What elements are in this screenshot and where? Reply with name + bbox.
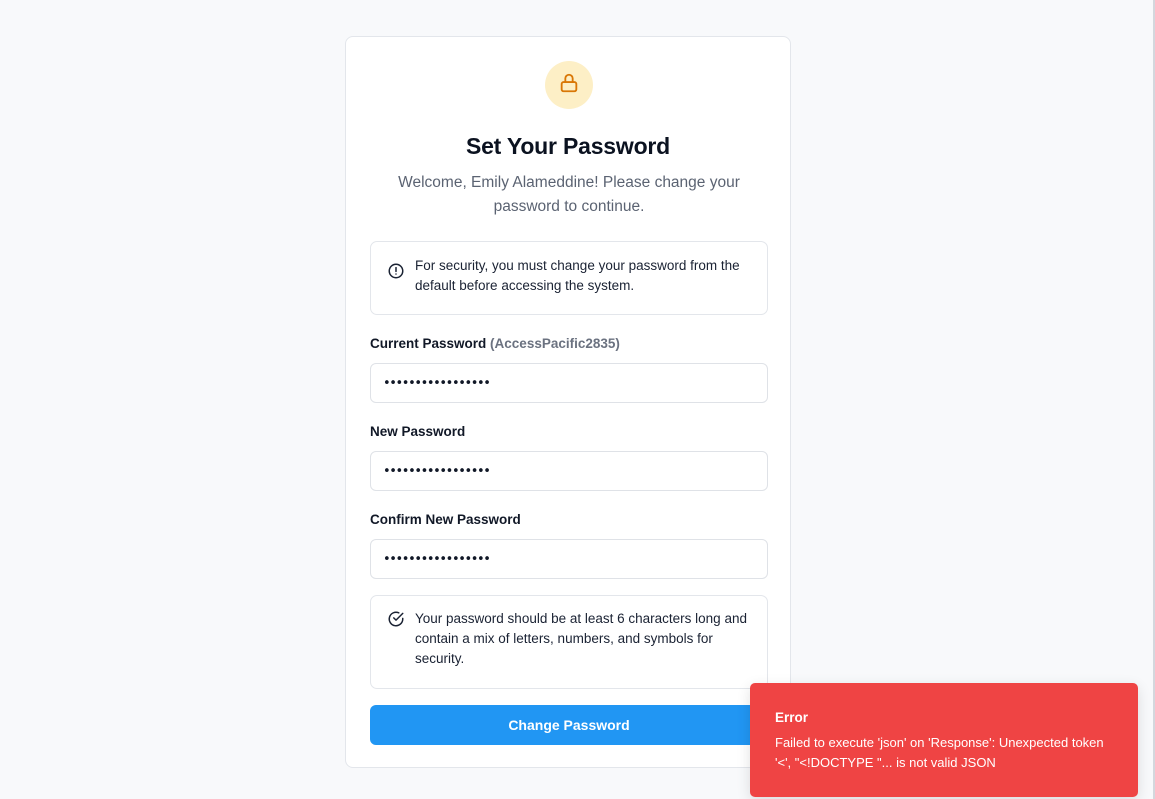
confirm-password-input[interactable] <box>370 539 768 579</box>
current-password-label: Current Password (AccessPacific2835) <box>370 336 620 351</box>
new-password-label: New Password <box>370 424 466 439</box>
password-rules-text: Your password should be at least 6 chara… <box>415 611 747 666</box>
error-toast[interactable]: Error Failed to execute 'json' on 'Respo… <box>750 683 1138 797</box>
security-notice-text: For security, you must change your passw… <box>415 258 740 293</box>
alert-circle-icon <box>387 262 405 280</box>
change-password-button[interactable]: Change Password <box>370 705 768 745</box>
password-rules-notice: Your password should be at least 6 chara… <box>370 595 768 689</box>
toast-message: Failed to execute 'json' on 'Response': … <box>775 735 1104 770</box>
current-password-label-text: Current Password <box>370 336 487 351</box>
current-password-input[interactable] <box>370 363 768 403</box>
new-password-input[interactable] <box>370 451 768 491</box>
change-password-card: Set Your Password Welcome, Emily Alamedd… <box>345 36 791 768</box>
current-password-hint: (AccessPacific2835) <box>490 336 620 351</box>
toast-title: Error <box>775 710 809 725</box>
lock-badge <box>545 61 593 109</box>
confirm-password-label: Confirm New Password <box>370 512 521 527</box>
welcome-subtitle: Welcome, Emily Alameddine! Please change… <box>398 174 740 215</box>
check-circle-icon <box>387 610 405 628</box>
security-notice: For security, you must change your passw… <box>370 241 768 315</box>
lock-icon <box>558 72 580 99</box>
page-title: Set Your Password <box>465 133 671 159</box>
